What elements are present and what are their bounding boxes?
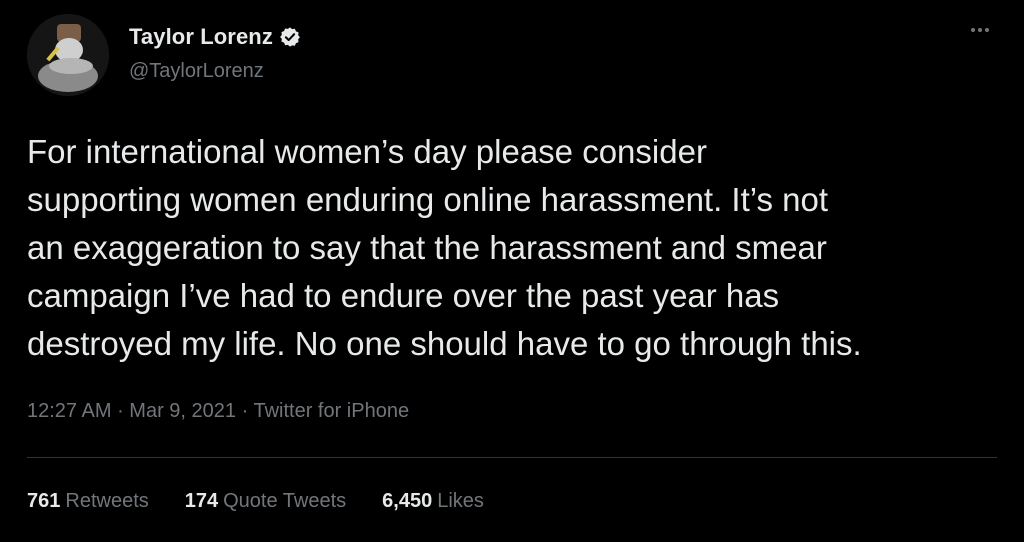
quote-tweets-count: 174: [184, 490, 219, 512]
tweet-card: Taylor Lorenz @TaylorLorenz For internat…: [0, 0, 1024, 542]
author-display-name[interactable]: Taylor Lorenz: [129, 24, 273, 50]
meta-separator: ·: [236, 400, 254, 422]
avatar[interactable]: [27, 14, 109, 96]
tweet-text-line: supporting women enduring online harassm…: [27, 181, 829, 218]
tweet-meta: 12:27 AM · Mar 9, 2021 · Twitter for iPh…: [27, 400, 409, 423]
tweet-text-line: an exaggeration to say that the harassme…: [27, 229, 827, 266]
quote-tweets-stat[interactable]: 174 Quote Tweets: [185, 490, 346, 513]
tweet-time[interactable]: 12:27 AM: [27, 400, 112, 422]
tweet-stats: 761 Retweets 174 Quote Tweets 6,450 Likes: [27, 490, 484, 513]
tweet-date[interactable]: Mar 9, 2021: [129, 400, 236, 422]
tweet-text-line: campaign I’ve had to endure over the pas…: [27, 277, 780, 314]
tweet-text-line: destroyed my life. No one should have to…: [27, 325, 862, 362]
tweet-text: For international women’s day please con…: [27, 128, 1002, 368]
author-name-row: Taylor Lorenz: [129, 24, 301, 50]
quote-tweets-label: Quote Tweets: [223, 490, 347, 512]
avatar-image: [27, 14, 109, 96]
author-handle[interactable]: @TaylorLorenz: [129, 60, 264, 83]
likes-stat[interactable]: 6,450 Likes: [382, 490, 484, 513]
retweets-stat[interactable]: 761 Retweets: [27, 490, 149, 513]
meta-separator: ·: [111, 400, 130, 422]
tweet-text-line: For international women’s day please con…: [27, 133, 707, 170]
retweets-count: 761: [27, 490, 61, 512]
divider: [27, 457, 997, 458]
likes-count: 6,450: [382, 490, 433, 512]
retweets-label: Retweets: [65, 490, 149, 512]
verified-badge-icon: [279, 26, 301, 48]
more-horizontal-icon[interactable]: [966, 20, 994, 40]
tweet-source[interactable]: Twitter for iPhone: [253, 400, 409, 422]
likes-label: Likes: [437, 490, 484, 512]
